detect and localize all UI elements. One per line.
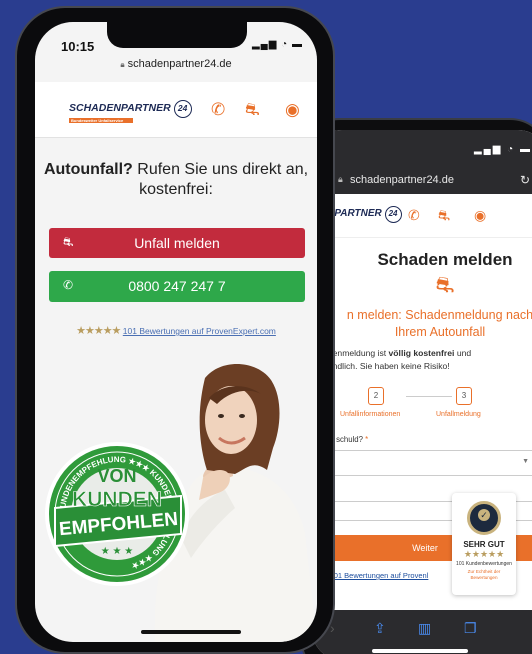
user-icon[interactable]: ◉ — [474, 207, 486, 224]
logo-number: 24 — [173, 100, 192, 118]
notch — [107, 22, 247, 48]
share-icon[interactable]: ⇪ — [374, 620, 386, 637]
user-icon[interactable]: ◉ — [285, 100, 300, 120]
seal-text-line2: KUNDEN — [72, 488, 162, 511]
question-label: Unfall schuld? * — [312, 435, 532, 444]
intro-text-bold: völlig kostenfrei — [388, 348, 455, 358]
signal-wifi-battery-icon: ▂▄▆ ◔ ▬ — [251, 39, 303, 50]
intro-text-line: verbindlich. Sie haben keine Risiko! — [314, 361, 450, 371]
check-icon: ✓ — [478, 509, 490, 521]
badge-verdict: SEHR GUT — [463, 540, 505, 549]
logo-number: 24 — [384, 206, 402, 223]
headline: Autounfall? Rufen Sie uns direkt an, kos… — [35, 160, 317, 200]
intro-text: chadenmeldung ist völlig kostenfrei und … — [312, 347, 532, 373]
bookmarks-icon[interactable]: ▥ — [418, 620, 431, 637]
chevron-down-icon: ▼ — [522, 458, 529, 465]
car-crash-icon: ⛐ — [435, 272, 455, 297]
step-label: Unfallinformationen — [340, 411, 401, 418]
logo-text: SCHADENPARTNER — [69, 102, 171, 114]
site-header: ADENPARTNER 24 ✆ ⛐ ◉ — [312, 194, 532, 238]
required-mark: * — [365, 435, 369, 444]
subtitle-line: Ihrem Autounfall — [394, 325, 486, 339]
front-phone: 10:15 ▂▄▆ ◔ ▬ 🔒︎ schadenpartner24.de SCHA… — [15, 6, 335, 654]
logo[interactable]: SCHADENPARTNER 24 Bundesweiter Unfallser… — [69, 100, 192, 123]
hero-image: KUNDENEMPFEHLUNG ★★★ KUNDENEMPFEHLUNG ★★… — [45, 363, 317, 642]
seal-icon: ✓ — [467, 501, 501, 535]
headline-text: Rufen Sie uns direkt an, — [132, 161, 309, 178]
lock-icon: 🔒︎ — [338, 174, 343, 184]
seal-text-line1: VON — [97, 466, 136, 486]
provenexpert-badge[interactable]: ✓ SEHR GUT ★★★★★ 101 Kundenbewertungen Z… — [452, 493, 516, 595]
badge-count: 101 Kundenbewertungen — [456, 561, 512, 567]
progress-steps: 2 3 Unfallinformationen Unfallmeldung — [312, 387, 532, 429]
page-title: Schaden melden — [377, 250, 513, 269]
address-bar[interactable]: 🔒︎ schadenpartner24.de ↻ — [312, 168, 532, 194]
status-time: 10:15 — [61, 39, 95, 54]
browser-toolbar: › ⇪ ▥ ❐ — [312, 610, 532, 654]
badge-stars: ★★★★★ — [463, 549, 505, 559]
address-bar[interactable]: 🔒︎ schadenpartner24.de — [35, 58, 317, 70]
signal-wifi-battery-icon: ▂▄▆ ◔ ▬ — [473, 144, 532, 155]
reviews-link[interactable]: 101 Bewertungen auf ProvenExpert.com — [123, 326, 276, 336]
home-indicator — [372, 649, 468, 653]
reload-icon[interactable]: ↻ — [520, 173, 530, 187]
front-phone-screen: 10:15 ▂▄▆ ◔ ▬ 🔒︎ schadenpartner24.de SCHA… — [35, 22, 317, 642]
step-2[interactable]: 2 — [368, 387, 384, 405]
logo-tagline: Bundesweiter Unfallservice — [69, 118, 133, 123]
lock-icon: 🔒︎ — [120, 60, 125, 69]
button-label: Unfall melden — [134, 235, 220, 251]
home-indicator — [141, 630, 241, 634]
status-bar: ▂▄▆ ◔ ▬ — [312, 130, 532, 168]
headline-bold: Autounfall? — [43, 161, 133, 178]
call-button[interactable]: ✆ 0800 247 247 7 — [49, 271, 305, 302]
subtitle-line: n melden: Schadenmeldung nach — [346, 308, 532, 322]
car-crash-icon[interactable]: ⛐ — [245, 100, 260, 122]
badge-authenticity-link[interactable]: Zur Echtheit der Bewertungen — [452, 569, 516, 581]
url-text: schadenpartner24.de — [127, 58, 232, 70]
intro-text-part: und — [454, 348, 472, 358]
subtitle: n melden: Schadenmeldung nach Ihrem Auto… — [312, 307, 532, 341]
badge-authenticity-line: Bewertungen — [470, 575, 498, 580]
step-connector — [406, 396, 452, 397]
rating-stars: ★★★★★ — [76, 325, 121, 337]
report-accident-button[interactable]: ⛐ Unfall melden — [49, 228, 305, 258]
step-label: Unfallmeldung — [436, 411, 481, 418]
url-text: schadenpartner24.de — [350, 174, 454, 186]
tabs-icon[interactable]: ❐ — [464, 620, 477, 637]
fault-select[interactable]: ▼ — [312, 450, 532, 476]
step-3[interactable]: 3 — [456, 387, 472, 405]
phone-icon[interactable]: ✆ — [211, 100, 225, 120]
reviews-link[interactable]: 101 Bewertungen auf Provenl — [330, 571, 429, 580]
phone-icon[interactable]: ✆ — [408, 207, 420, 224]
headline-line: kostenfrei: — [139, 181, 213, 198]
button-label: 0800 247 247 7 — [128, 278, 226, 294]
seal-stars: ★ ★ ★ — [101, 546, 133, 557]
recommendation-seal: KUNDENEMPFEHLUNG ★★★ KUNDENEMPFEHLUNG ★★… — [45, 442, 189, 586]
rating-row: ★★★★★ 101 Bewertungen auf ProvenExpert.c… — [35, 324, 317, 337]
car-crash-icon[interactable]: ⛐ — [438, 207, 450, 226]
site-header: SCHADENPARTNER 24 Bundesweiter Unfallser… — [35, 82, 317, 138]
